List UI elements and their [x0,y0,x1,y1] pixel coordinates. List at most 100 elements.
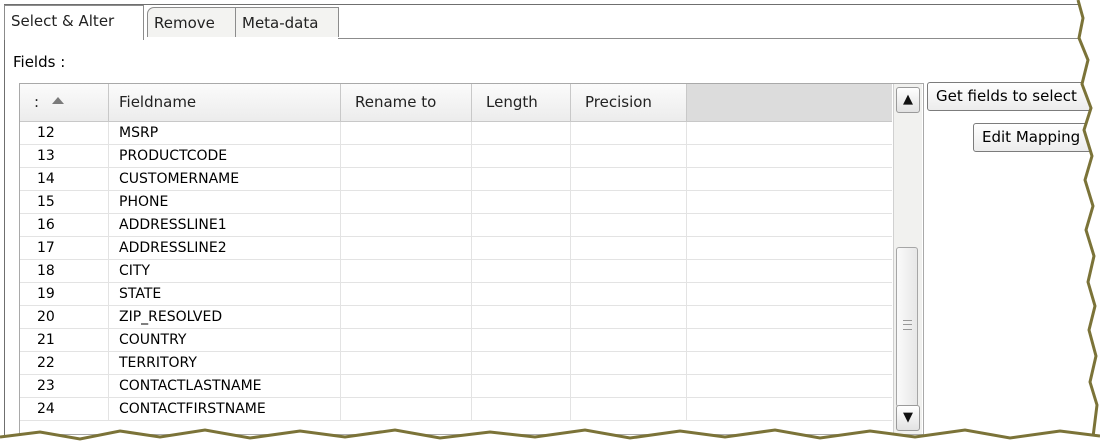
precision-cell[interactable] [571,283,687,305]
row-number-cell: 23 [20,375,109,397]
row-number-cell: 12 [20,122,109,144]
table-row[interactable]: 14 CUSTOMERNAME [20,168,892,191]
fieldname-cell[interactable]: TERRITORY [109,352,341,374]
precision-cell[interactable] [571,237,687,259]
get-fields-to-select-button[interactable]: Get fields to select [927,82,1093,111]
rename-to-cell[interactable] [341,398,472,420]
fieldname-cell[interactable]: STATE [109,283,341,305]
filler-cell [687,329,892,351]
tab-remove[interactable]: Remove [147,7,237,37]
length-cell[interactable] [472,329,571,351]
length-cell[interactable] [472,375,571,397]
rename-to-cell[interactable] [341,375,472,397]
column-header-precision[interactable]: Precision [571,84,687,121]
filler-cell [687,191,892,213]
table-row[interactable]: 19 STATE [20,283,892,306]
rename-to-cell[interactable] [341,237,472,259]
table-row[interactable]: 15 PHONE [20,191,892,214]
column-header-number[interactable]: : [20,84,109,121]
filler-cell [687,214,892,236]
table-row[interactable]: 23 CONTACTLASTNAME [20,375,892,398]
filler-cell [687,237,892,259]
precision-cell[interactable] [571,306,687,328]
select-values-panel: Select & Alter Remove Meta-data Fields :… [4,4,1091,435]
rename-to-cell[interactable] [341,306,472,328]
column-header-filler [687,84,892,121]
filler-cell [687,260,892,282]
rename-to-cell[interactable] [341,352,472,374]
filler-cell [687,122,892,144]
precision-cell[interactable] [571,214,687,236]
rename-to-cell[interactable] [341,145,472,167]
length-cell[interactable] [472,214,571,236]
table-body: 12 MSRP 13 PRODUCTCODE 14 CUSTOMERNAME 15 PHONE… [20,122,892,421]
column-header-rename-to[interactable]: Rename to [341,84,472,121]
row-number-cell: 15 [20,191,109,213]
rename-to-cell[interactable] [341,168,472,190]
length-cell[interactable] [472,260,571,282]
precision-cell[interactable] [571,122,687,144]
fieldname-cell[interactable]: CUSTOMERNAME [109,168,341,190]
fieldname-cell[interactable]: MSRP [109,122,341,144]
length-cell[interactable] [472,122,571,144]
fieldname-cell[interactable]: ZIP_RESOLVED [109,306,341,328]
length-cell[interactable] [472,145,571,167]
scroll-up-icon: ▲ [903,92,913,107]
rename-to-cell[interactable] [341,122,472,144]
row-number-cell: 14 [20,168,109,190]
table-row[interactable]: 12 MSRP [20,122,892,145]
tab-select-alter[interactable]: Select & Alter [4,5,144,40]
table-row[interactable]: 13 PRODUCTCODE [20,145,892,168]
grip-icon [903,320,912,330]
precision-cell[interactable] [571,168,687,190]
row-number-cell: 18 [20,260,109,282]
rename-to-cell[interactable] [341,260,472,282]
table-row[interactable]: 16 ADDRESSLINE1 [20,214,892,237]
length-cell[interactable] [472,191,571,213]
column-header-fieldname[interactable]: Fieldname [109,84,341,121]
filler-cell [687,145,892,167]
fieldname-cell[interactable]: ADDRESSLINE2 [109,237,341,259]
rename-to-cell[interactable] [341,191,472,213]
column-header-number-label: : [34,93,40,111]
precision-cell[interactable] [571,329,687,351]
precision-cell[interactable] [571,145,687,167]
table-row[interactable]: 17 ADDRESSLINE2 [20,237,892,260]
rename-to-cell[interactable] [341,214,472,236]
vertical-scrollbar[interactable]: ▲ ▼ [893,84,922,434]
fieldname-cell[interactable]: ADDRESSLINE1 [109,214,341,236]
table-row[interactable]: 20 ZIP_RESOLVED [20,306,892,329]
length-cell[interactable] [472,237,571,259]
rename-to-cell[interactable] [341,329,472,351]
table-row[interactable]: 24 CONTACTFIRSTNAME [20,398,892,421]
fieldname-cell[interactable]: CONTACTFIRSTNAME [109,398,341,420]
table-row[interactable]: 22 TERRITORY [20,352,892,375]
fieldname-cell[interactable]: PHONE [109,191,341,213]
scroll-up-button[interactable]: ▲ [896,87,920,113]
precision-cell[interactable] [571,352,687,374]
precision-cell[interactable] [571,375,687,397]
precision-cell[interactable] [571,191,687,213]
precision-cell[interactable] [571,398,687,420]
rename-to-cell[interactable] [341,283,472,305]
sort-up-icon [51,97,64,104]
fieldname-cell[interactable]: CONTACTLASTNAME [109,375,341,397]
fieldname-cell[interactable]: PRODUCTCODE [109,145,341,167]
scroll-down-button[interactable]: ▼ [896,405,920,431]
length-cell[interactable] [472,168,571,190]
edit-mapping-button[interactable]: Edit Mapping [973,123,1093,152]
fieldname-cell[interactable]: CITY [109,260,341,282]
row-number-cell: 17 [20,237,109,259]
table-row[interactable]: 21 COUNTRY [20,329,892,352]
fields-table[interactable]: : Fieldname Rename to Length Precision 1… [19,83,924,435]
length-cell[interactable] [472,283,571,305]
column-header-length[interactable]: Length [472,84,571,121]
table-row[interactable]: 18 CITY [20,260,892,283]
precision-cell[interactable] [571,260,687,282]
tab-meta-data[interactable]: Meta-data [235,7,339,37]
length-cell[interactable] [472,398,571,420]
length-cell[interactable] [472,306,571,328]
length-cell[interactable] [472,352,571,374]
fieldname-cell[interactable]: COUNTRY [109,329,341,351]
scrollbar-thumb[interactable] [896,247,918,407]
